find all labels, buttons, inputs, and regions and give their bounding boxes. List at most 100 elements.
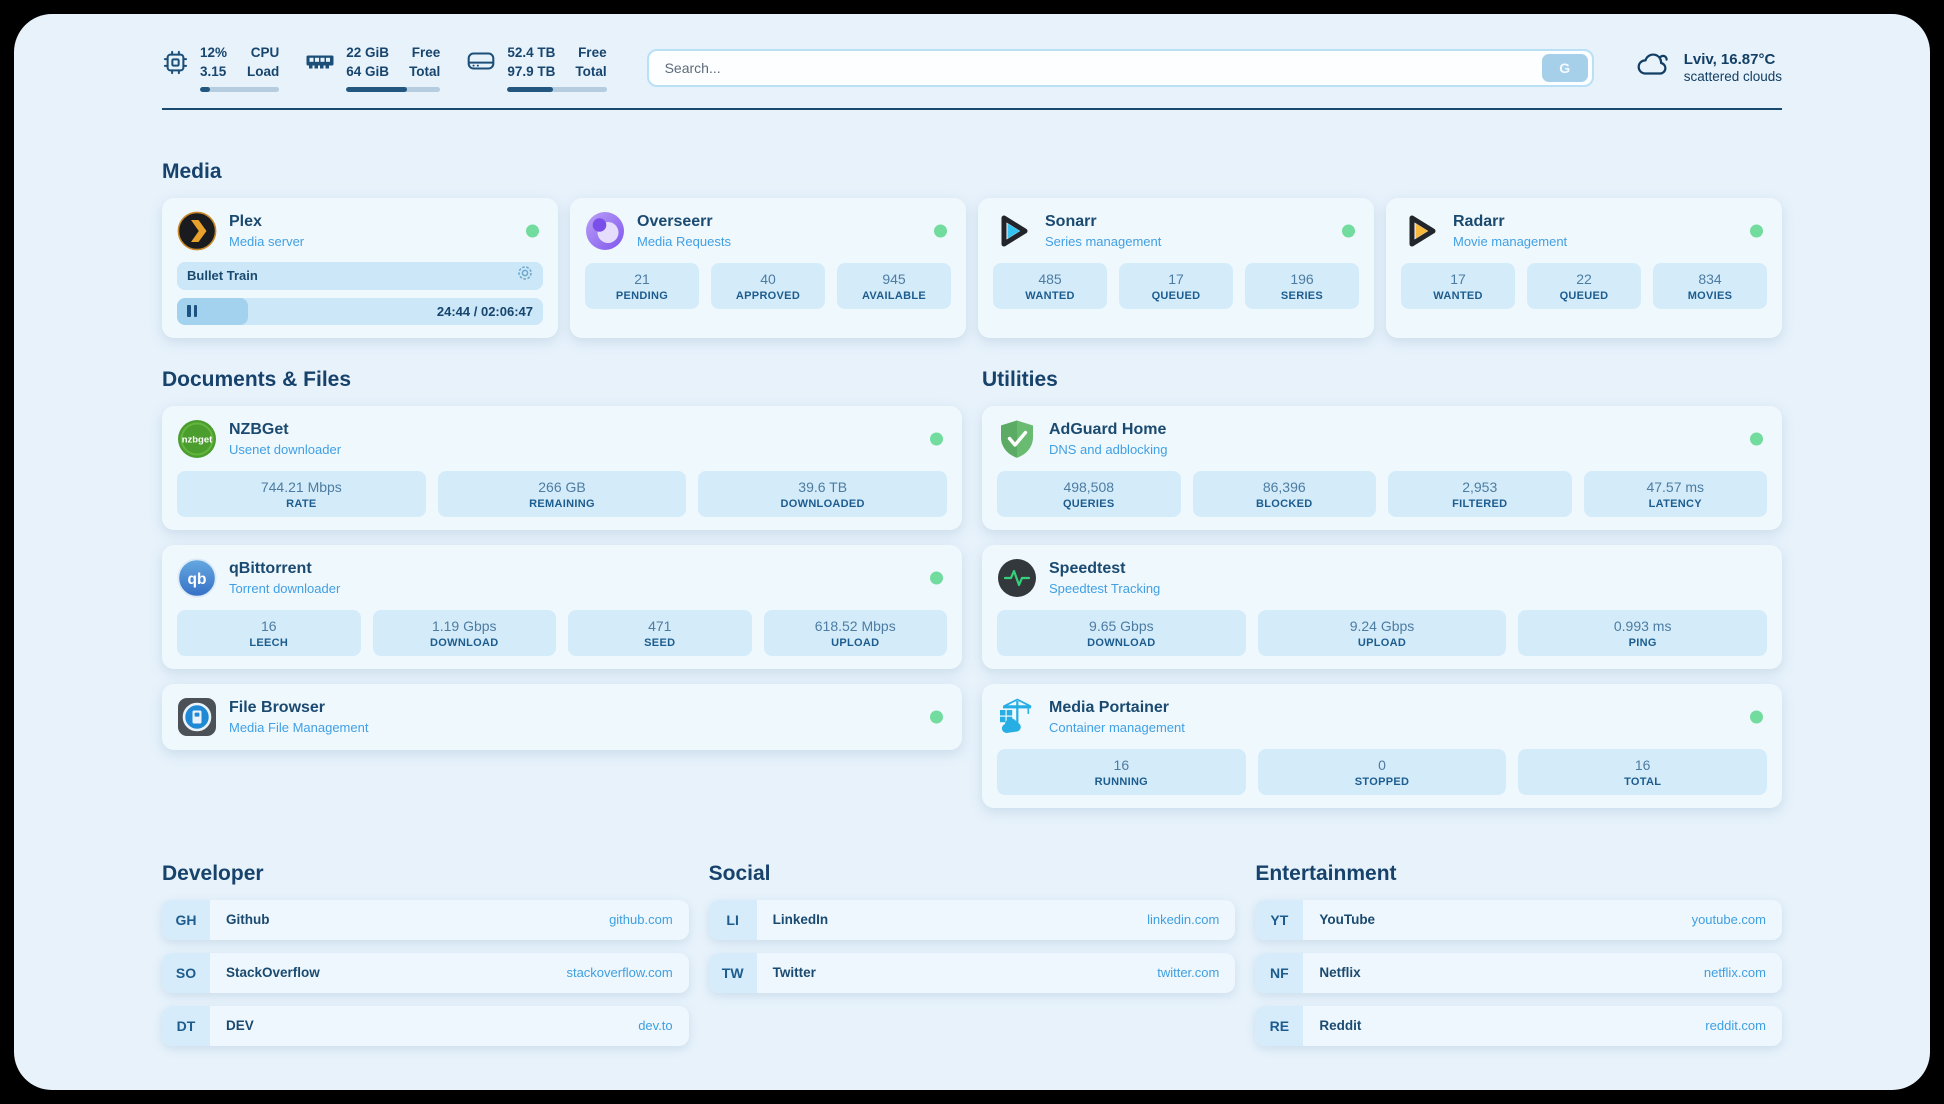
bookmark-url[interactable]: dev.to [638, 1006, 672, 1046]
app-card-qbittorrent[interactable]: qb qBittorrent Torrent downloader [162, 545, 962, 669]
stat-download: 1.19 Gbps DOWNLOAD [373, 610, 557, 656]
portainer-icon [997, 697, 1037, 737]
filebrowser-icon [177, 697, 217, 737]
bookmark-url[interactable]: youtube.com [1692, 900, 1766, 940]
ram-icon [305, 49, 335, 79]
bookmark-url[interactable]: linkedin.com [1147, 900, 1219, 940]
status-online-dot [934, 224, 947, 237]
app-subtitle: Media server [229, 234, 304, 249]
overseerr-icon [585, 211, 625, 251]
status-online-dot [930, 571, 943, 584]
app-subtitle: Movie management [1453, 234, 1567, 249]
bookmark-abbr: SO [162, 953, 210, 993]
app-subtitle: Container management [1049, 720, 1185, 735]
bookmark-name: Twitter [773, 953, 816, 993]
section-title-utilities: Utilities [982, 368, 1782, 392]
top-bar: 12% CPU 3.15 Load [162, 14, 1782, 92]
section-social: Social LI LinkedIn linkedin.com TW Twitt… [709, 862, 1236, 1046]
stat-queued: 17 QUEUED [1119, 263, 1233, 309]
app-card-plex[interactable]: Plex Media server Bullet Train [162, 198, 558, 338]
nzbget-icon: nzbget [177, 419, 217, 459]
disk-total-value: 97.9 TB [507, 63, 555, 82]
stat-stopped: 0 STOPPED [1258, 749, 1507, 795]
search-engine-button[interactable]: G [1542, 54, 1588, 82]
bookmark-url[interactable]: stackoverflow.com [566, 953, 672, 993]
bookmark-reddit[interactable]: RE Reddit reddit.com [1255, 1006, 1782, 1046]
search-input[interactable] [663, 59, 1542, 77]
session-settings-icon[interactable] [517, 265, 533, 286]
app-card-portainer[interactable]: Media Portainer Container management 16 … [982, 684, 1782, 808]
ram-total-value: 64 GiB [346, 63, 389, 82]
ram-progress-track [346, 87, 440, 92]
app-card-radarr[interactable]: Radarr Movie management 17 WANTED 22 QUE… [1386, 198, 1782, 338]
app-subtitle: DNS and adblocking [1049, 442, 1168, 457]
bookmark-youtube[interactable]: YT YouTube youtube.com [1255, 900, 1782, 940]
bookmark-twitter[interactable]: TW Twitter twitter.com [709, 953, 1236, 993]
app-name: qBittorrent [229, 559, 340, 578]
disk-progress-track [507, 87, 606, 92]
stat-latency: 47.57 ms LATENCY [1584, 471, 1768, 517]
bookmark-name: YouTube [1319, 900, 1375, 940]
app-card-sonarr[interactable]: Sonarr Series management 485 WANTED 17 Q… [978, 198, 1374, 338]
stat-upload: 618.52 Mbps UPLOAD [764, 610, 948, 656]
bookmark-abbr: YT [1255, 900, 1303, 940]
stat-total: 16 TOTAL [1518, 749, 1767, 795]
bookmark-netflix[interactable]: NF Netflix netflix.com [1255, 953, 1782, 993]
stat-leech: 16 LEECH [177, 610, 361, 656]
status-online-dot [930, 710, 943, 723]
adguard-icon [997, 419, 1037, 459]
cpu-icon [162, 49, 189, 81]
bookmark-dev[interactable]: DT DEV dev.to [162, 1006, 689, 1046]
app-name: Radarr [1453, 212, 1567, 231]
app-card-nzbget[interactable]: nzbget NZBGet Usenet downloader 74 [162, 406, 962, 530]
bookmark-url[interactable]: github.com [609, 900, 673, 940]
header-divider [162, 108, 1782, 110]
section-title-media: Media [162, 160, 1782, 184]
app-name: Media Portainer [1049, 698, 1185, 717]
disk-icon [466, 49, 496, 78]
section-title-developer: Developer [162, 862, 689, 886]
status-online-dot [930, 432, 943, 445]
section-developer: Developer GH Github github.com SO StackO… [162, 862, 689, 1046]
stat-rate: 744.21 Mbps RATE [177, 471, 426, 517]
bookmark-url[interactable]: twitter.com [1157, 953, 1219, 993]
ram-stats: 22 GiB Free 64 GiB Total [346, 44, 440, 92]
app-name: AdGuard Home [1049, 420, 1168, 439]
cpu-load-label: Load [247, 63, 279, 82]
stat-blocked: 86,396 BLOCKED [1193, 471, 1377, 517]
bookmark-linkedin[interactable]: LI LinkedIn linkedin.com [709, 900, 1236, 940]
stat-wanted: 17 WANTED [1401, 263, 1515, 309]
app-name: Speedtest [1049, 559, 1160, 578]
stat-approved: 40 APPROVED [711, 263, 825, 309]
bookmark-url[interactable]: netflix.com [1704, 953, 1766, 993]
plex-icon [177, 211, 217, 251]
cloud-icon [1636, 51, 1672, 84]
bookmark-url[interactable]: reddit.com [1705, 1006, 1766, 1046]
stat-ping: 0.993 ms PING [1518, 610, 1767, 656]
pause-icon [187, 305, 197, 317]
section-title-entertainment: Entertainment [1255, 862, 1782, 886]
stat-running: 16 RUNNING [997, 749, 1246, 795]
bookmark-github[interactable]: GH Github github.com [162, 900, 689, 940]
stat-available: 945 AVAILABLE [837, 263, 951, 309]
app-card-overseerr[interactable]: Overseerr Media Requests 21 PENDING 40 A… [570, 198, 966, 338]
app-card-speedtest[interactable]: Speedtest Speedtest Tracking 9.65 Gbps D… [982, 545, 1782, 669]
weather-widget: Lviv, 16.87°C scattered clouds [1636, 51, 1782, 84]
bookmark-abbr: GH [162, 900, 210, 940]
sonarr-icon [993, 211, 1033, 251]
stat-remaining: 266 GB REMAINING [438, 471, 687, 517]
radarr-icon [1401, 211, 1441, 251]
app-name: Overseerr [637, 212, 731, 231]
ram-total-label: Total [409, 63, 440, 82]
dashboard-page: 12% CPU 3.15 Load [14, 14, 1930, 1090]
bookmark-stackoverflow[interactable]: SO StackOverflow stackoverflow.com [162, 953, 689, 993]
app-card-filebrowser[interactable]: File Browser Media File Management [162, 684, 962, 750]
stat-downloaded: 39.6 TB DOWNLOADED [698, 471, 947, 517]
app-card-adguard[interactable]: AdGuard Home DNS and adblocking 498,508 … [982, 406, 1782, 530]
status-online-dot [1750, 432, 1763, 445]
status-online-dot [1342, 224, 1355, 237]
bookmark-name: Reddit [1319, 1006, 1361, 1046]
cpu-progress-track [200, 87, 279, 92]
app-name: NZBGet [229, 420, 341, 439]
ram-widget: 22 GiB Free 64 GiB Total [305, 44, 440, 92]
